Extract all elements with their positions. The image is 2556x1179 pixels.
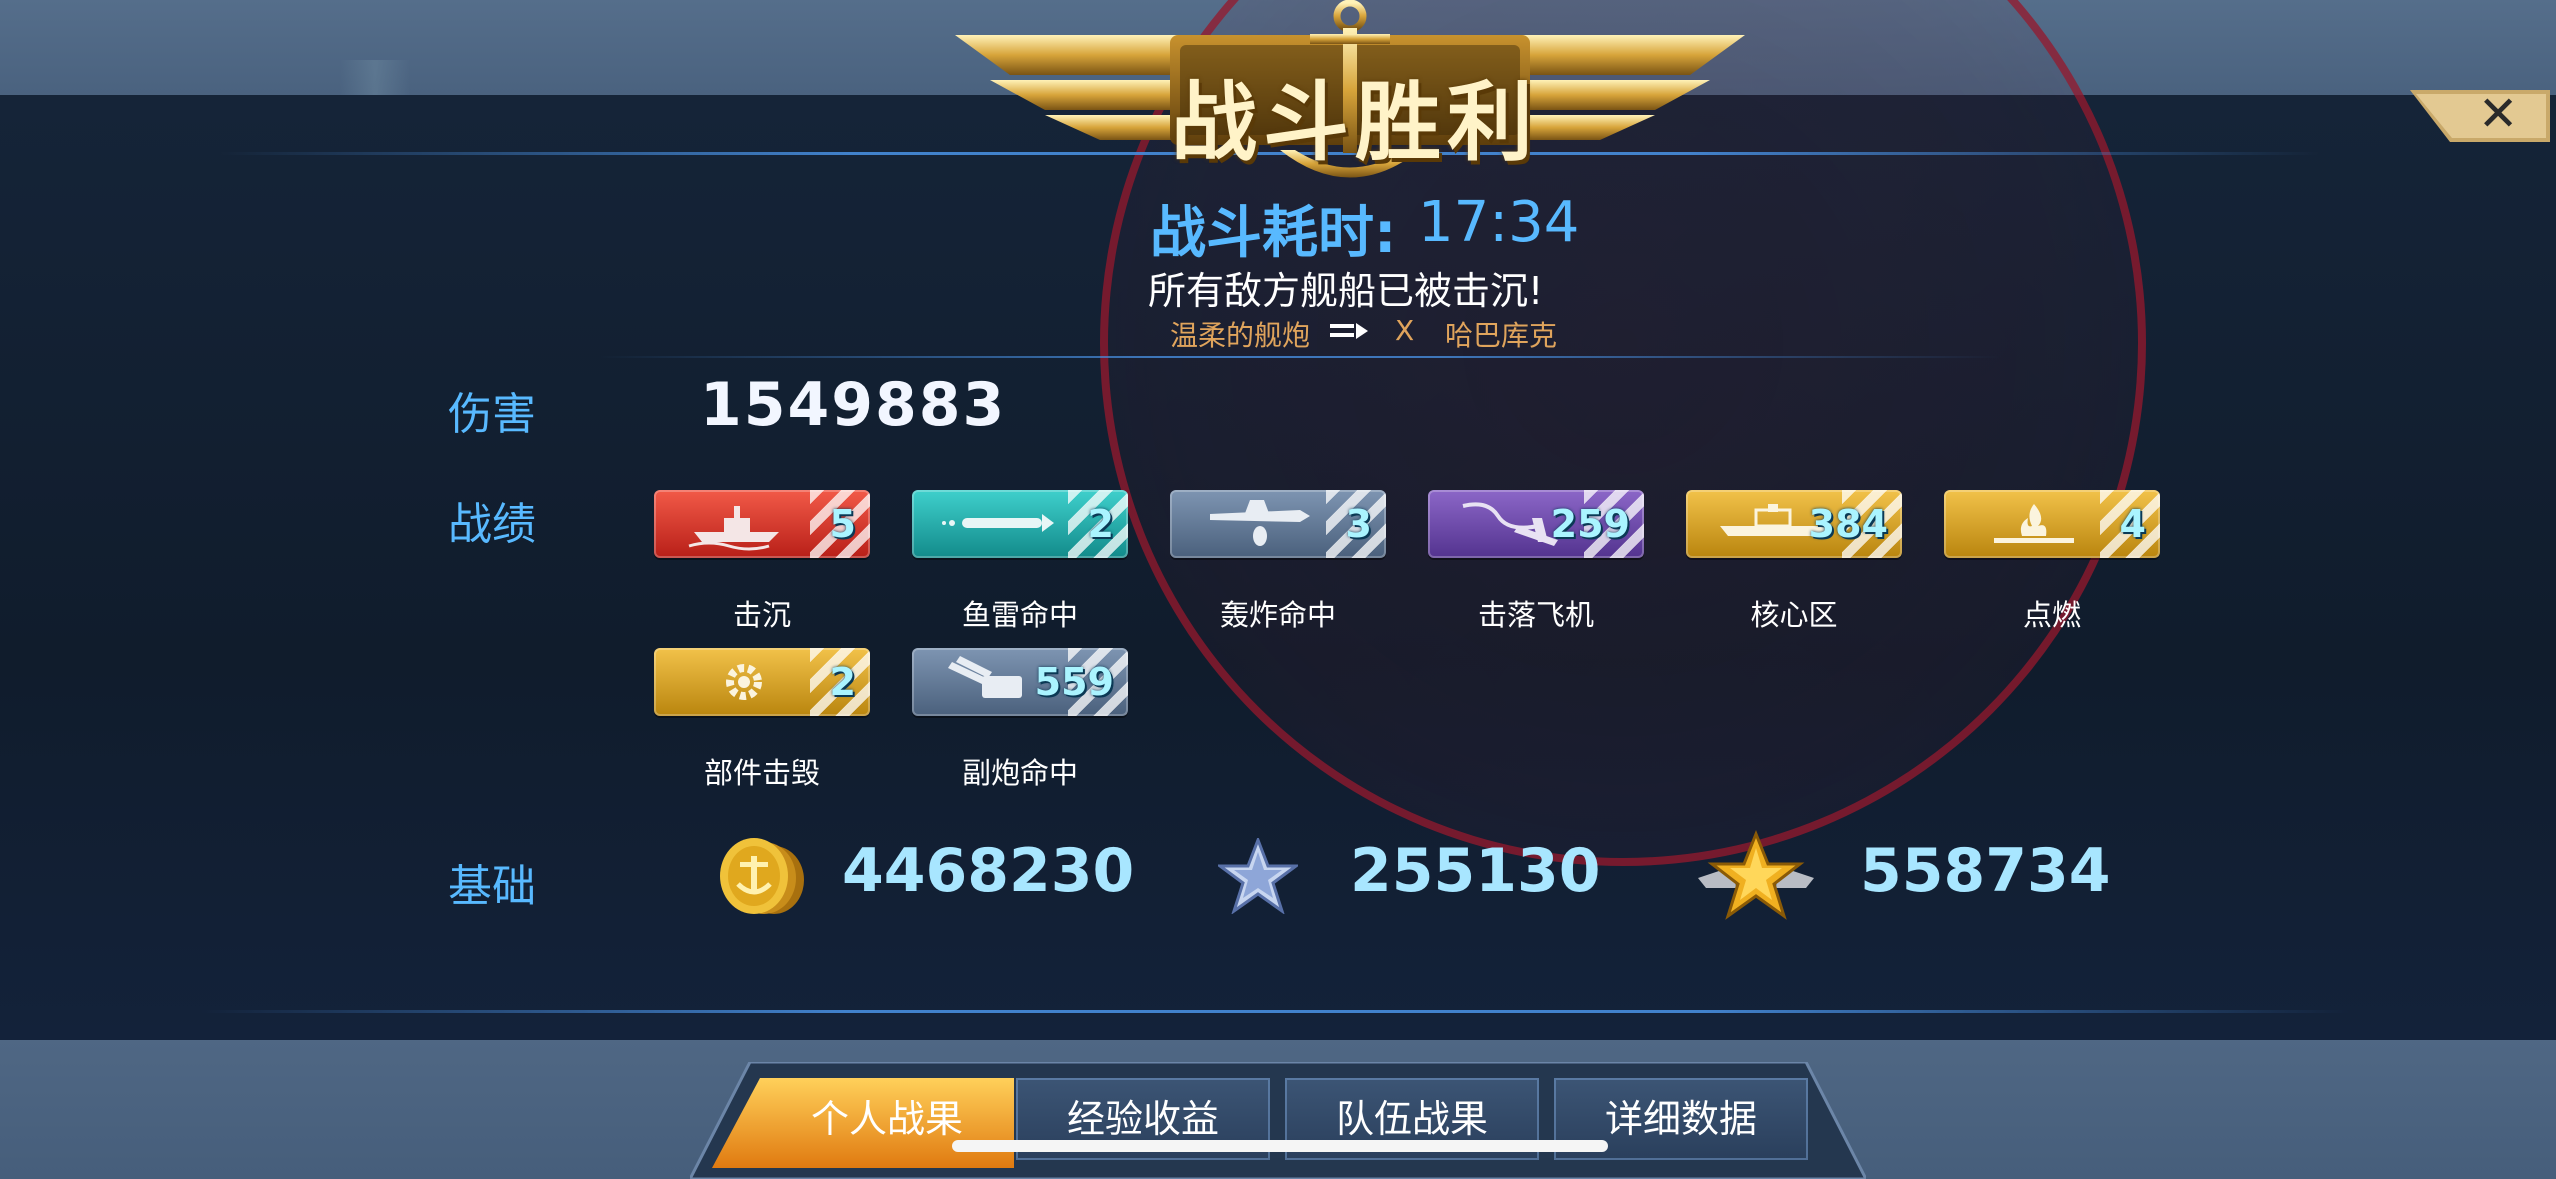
badge-label: 点燃 [2022, 598, 2081, 632]
versus-mark: X [1395, 314, 1415, 347]
badge-value: 2 [1087, 502, 1114, 546]
panel-divider-bottom [200, 1010, 2350, 1013]
coin-icon [720, 838, 804, 914]
badge-module-destroyed[interactable]: 2 [654, 648, 870, 716]
ship-sinking-icon [688, 506, 779, 551]
badge-label: 核心区 [1750, 598, 1838, 632]
badge-value: 559 [1034, 660, 1114, 704]
badge-value: 5 [829, 502, 856, 546]
badge-value: 3 [1345, 502, 1372, 546]
badge-fire[interactable]: 4 [1944, 490, 2160, 558]
bomber-icon [1210, 500, 1310, 546]
victory-title: 战斗胜利 [1171, 73, 1539, 173]
battle-time-value: 17:34 [1418, 190, 1580, 255]
badge-value: 259 [1550, 502, 1630, 546]
exp-value: 255130 [1350, 836, 1601, 906]
home-indicator[interactable] [952, 1140, 1608, 1152]
badge-torpedo[interactable]: 2 [912, 490, 1128, 558]
badge-label: 副炮命中 [961, 756, 1078, 790]
battle-result-message: 所有敌方舰船已被击沉! [1148, 269, 1544, 313]
badge-label: 部件击毁 [703, 756, 820, 790]
torpedo-icon [942, 514, 1054, 532]
battle-time-label: 战斗耗时: [1150, 201, 1397, 266]
attacker-name: 温柔的舰炮 [1170, 319, 1311, 352]
badge-plane-down[interactable]: 259 [1428, 490, 1644, 558]
free-exp-icon [1698, 830, 1814, 920]
exp-star-icon [1218, 838, 1298, 914]
target-name: 哈巴库克 [1445, 319, 1558, 352]
free-exp-value: 558734 [1860, 836, 2111, 906]
fire-icon [1994, 504, 2074, 543]
badge-label: 轰炸命中 [1219, 598, 1336, 632]
close-icon[interactable]: ✕ [2478, 86, 2518, 142]
arrow-icon [1330, 323, 1368, 339]
badge-citadel[interactable]: 384 [1686, 490, 1902, 558]
badge-value: 384 [1808, 502, 1888, 546]
badge-bomb[interactable]: 3 [1170, 490, 1386, 558]
badge-label: 鱼雷命中 [961, 598, 1078, 632]
badge-secondary-hit[interactable]: 559 [912, 648, 1128, 716]
panel-divider-middle [600, 356, 2000, 358]
badge-value: 4 [2119, 502, 2146, 546]
coins-value: 4468230 [842, 836, 1135, 906]
damage-label: 伤害 [448, 389, 536, 440]
record-label: 战绩 [448, 499, 536, 550]
badge-label: 击沉 [732, 598, 791, 632]
badge-sink[interactable]: 5 [654, 490, 870, 558]
badge-label: 击落飞机 [1477, 598, 1594, 632]
gear-icon [726, 664, 762, 700]
base-label: 基础 [448, 861, 536, 912]
damage-value: 1549883 [700, 370, 1007, 440]
badge-value: 2 [829, 660, 856, 704]
